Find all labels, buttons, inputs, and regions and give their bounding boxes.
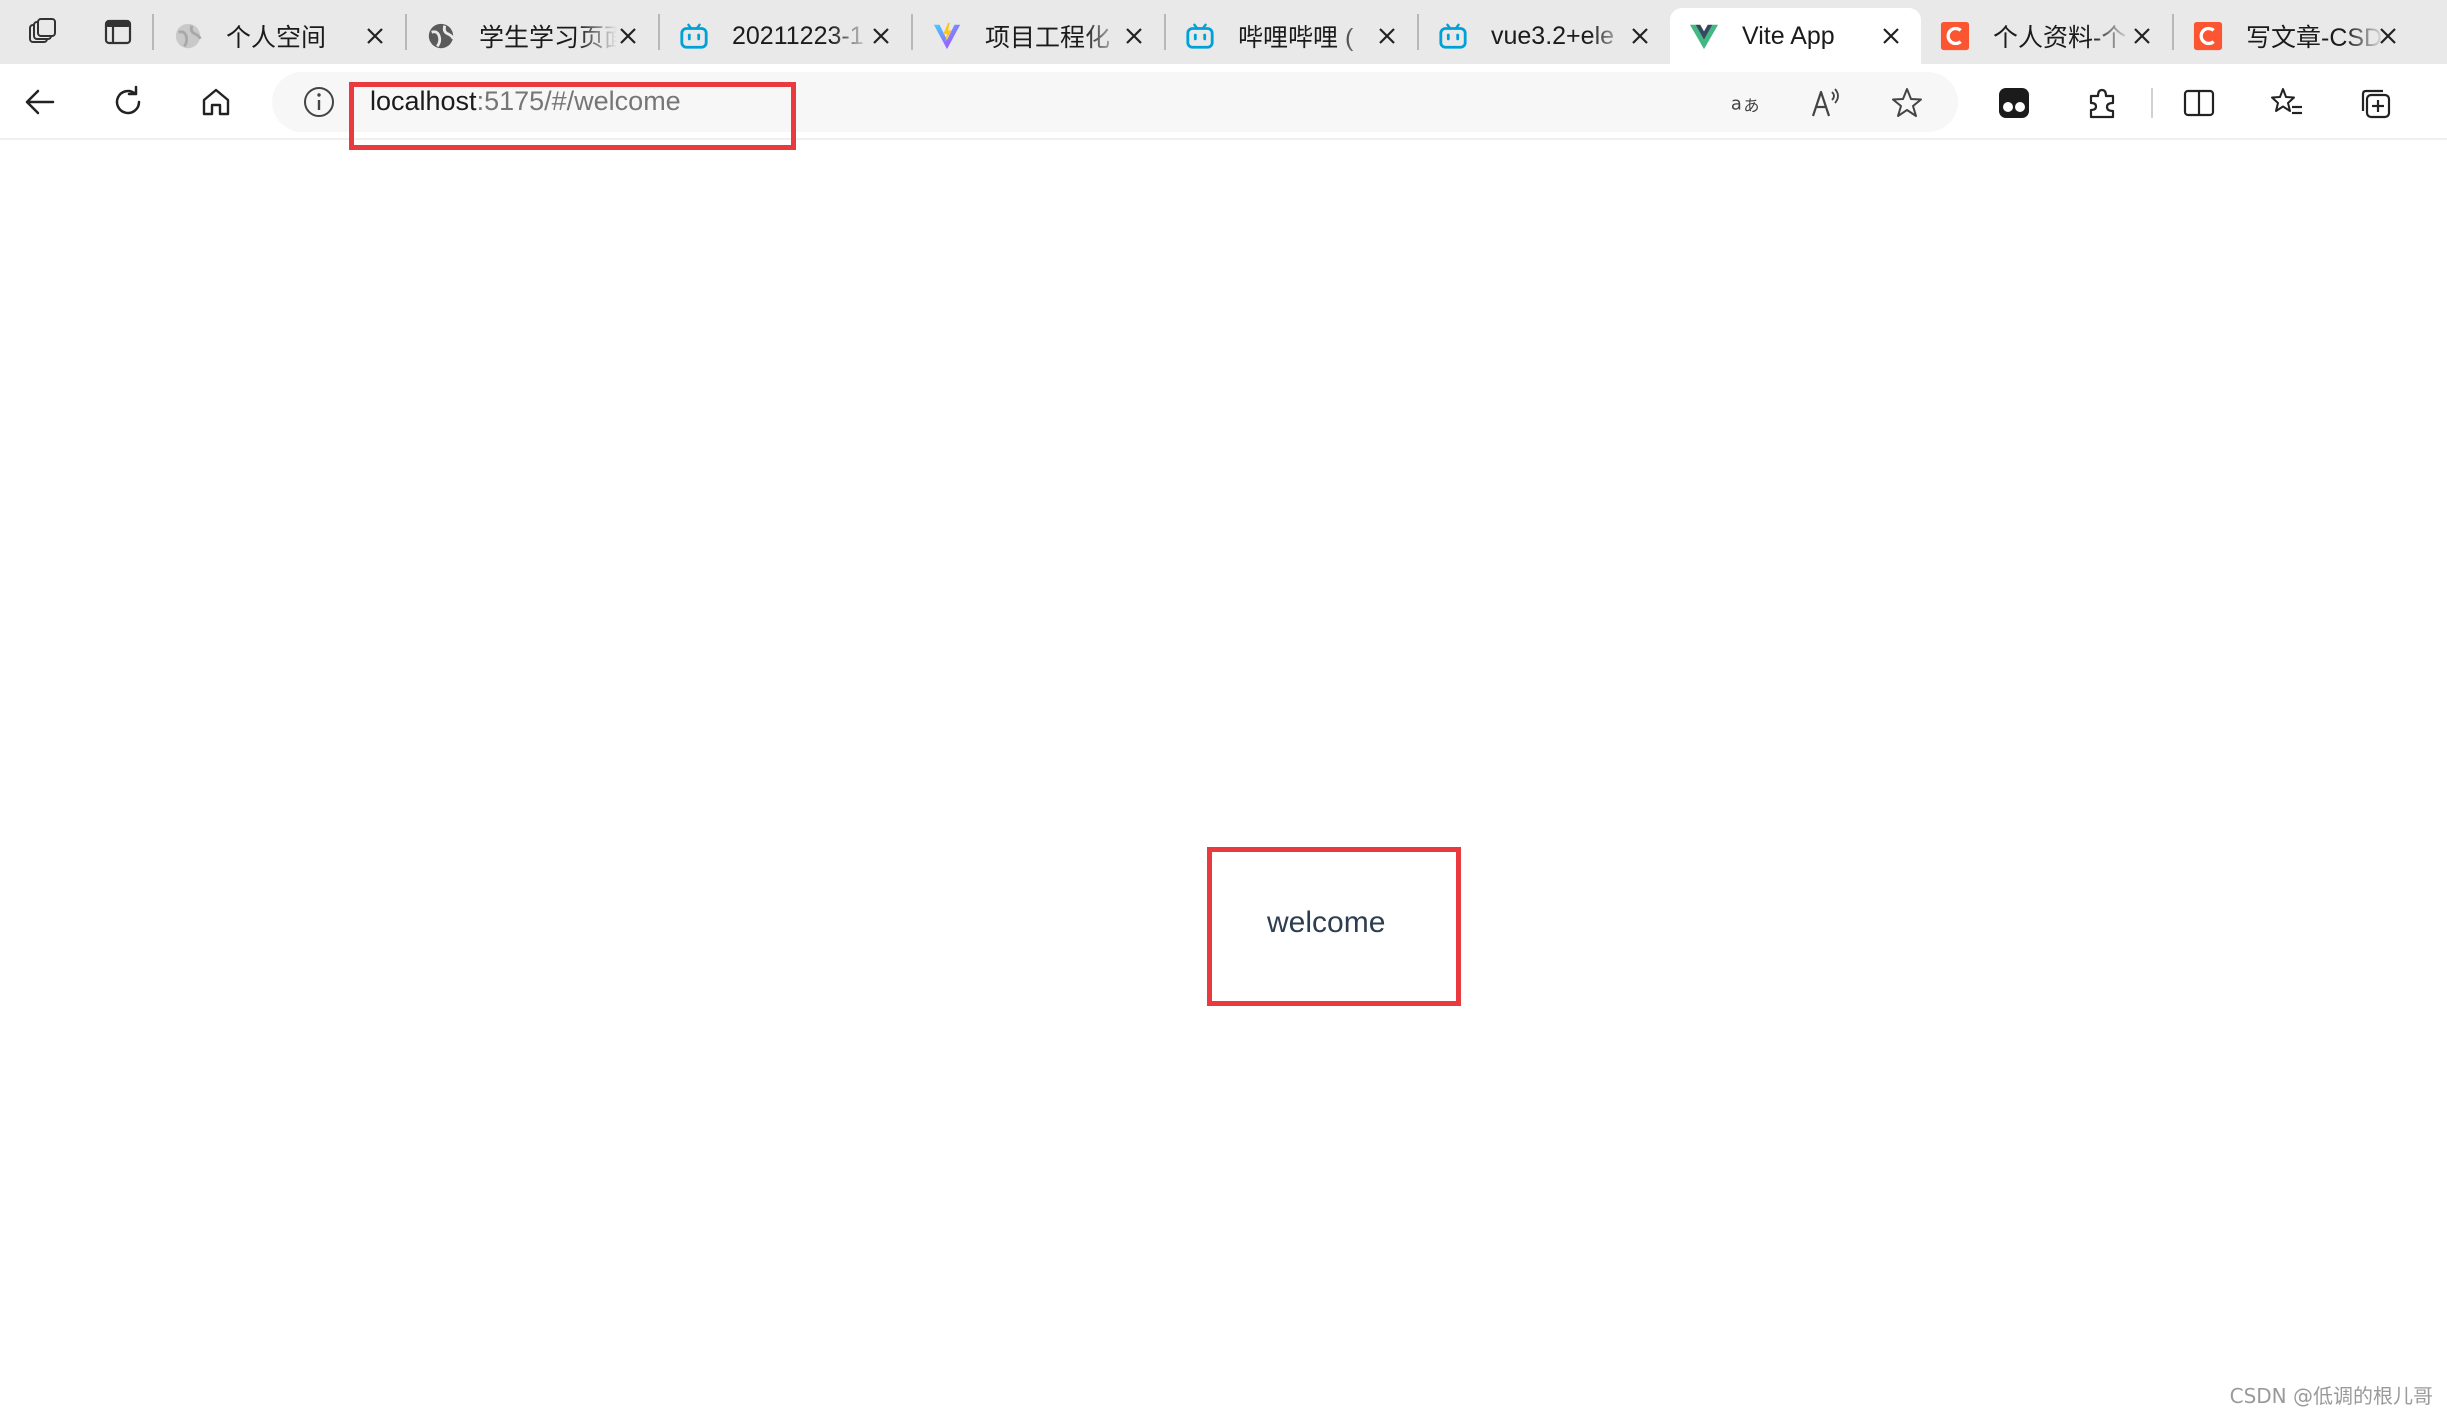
- globe-dark-icon: [425, 20, 457, 52]
- tab-title: 项目工程化: [985, 24, 1111, 52]
- workspaces-button[interactable]: [0, 0, 84, 64]
- close-tab-icon[interactable]: [1118, 20, 1150, 52]
- content-highlight-box: [1207, 847, 1461, 1006]
- collections-button[interactable]: [2354, 82, 2396, 124]
- tab-strip: 个人空间 学生学习页面 20211223-1 项目工程化 哔哩哔哩 (vue3…: [0, 0, 2447, 64]
- tab-vue-element[interactable]: vue3.2+ele: [1419, 8, 1670, 64]
- translate-button[interactable]: aあ: [1728, 84, 1766, 122]
- close-tab-icon[interactable]: [1624, 20, 1656, 52]
- home-icon: [202, 88, 230, 116]
- tab-title: 哔哩哔哩 (: [1238, 24, 1354, 52]
- workspaces-icon: [29, 18, 56, 43]
- refresh-button[interactable]: [104, 78, 152, 126]
- tampermonkey-icon: [1999, 88, 2029, 118]
- translate-icon: aあ: [1731, 93, 1760, 115]
- toolbar-separator: [2151, 88, 2153, 118]
- tab-vite-app-active[interactable]: Vite App: [1670, 8, 1921, 64]
- close-tab-icon[interactable]: [1371, 20, 1403, 52]
- split-screen-icon: [2183, 89, 2215, 117]
- watermark: CSDN @低调的根儿哥: [2229, 1384, 2433, 1408]
- close-tab-icon[interactable]: [2372, 20, 2404, 52]
- tab-title: 个人资料-个: [1993, 24, 2127, 52]
- csdn-icon: [2192, 20, 2224, 52]
- refresh-icon: [115, 85, 141, 115]
- back-button[interactable]: [16, 78, 64, 126]
- url-highlight-box: [349, 82, 796, 150]
- bilibili-icon: [1184, 20, 1216, 52]
- tab-title: 写文章-CSD: [2246, 24, 2383, 52]
- svg-text:あ: あ: [1743, 96, 1759, 115]
- tab-title: vue3.2+ele: [1491, 21, 1615, 50]
- csdn-icon: [1939, 20, 1971, 52]
- vue-icon: [1688, 20, 1720, 52]
- vertical-tabs-icon: [104, 19, 132, 45]
- tab-title: Vite App: [1742, 21, 1835, 50]
- globe-gray-icon: [172, 20, 204, 52]
- read-aloud-button[interactable]: [1808, 84, 1846, 122]
- bilibili-icon: [1437, 20, 1469, 52]
- favorites-button[interactable]: [2266, 82, 2308, 124]
- extensions-button[interactable]: [2081, 82, 2123, 124]
- tab-bilibili-20211223[interactable]: 20211223-1: [660, 8, 911, 64]
- close-tab-icon[interactable]: [865, 20, 897, 52]
- tab-actions-button[interactable]: [84, 0, 152, 64]
- collections-icon: [2361, 89, 2391, 119]
- favorite-button[interactable]: [1888, 84, 1926, 122]
- read-aloud-icon: [1811, 88, 1839, 117]
- back-arrow-icon: [25, 89, 55, 115]
- svg-text:a: a: [1731, 93, 1742, 114]
- site-info-icon[interactable]: [302, 85, 336, 119]
- tab-student-study[interactable]: 学生学习页面: [407, 8, 658, 64]
- bilibili-icon: [678, 20, 710, 52]
- close-tab-icon[interactable]: [2126, 20, 2158, 52]
- split-screen-button[interactable]: [2178, 82, 2220, 124]
- extension-tampermonkey-button[interactable]: [1993, 82, 2035, 124]
- close-tab-icon[interactable]: [612, 20, 644, 52]
- tab-csdn-write[interactable]: 写文章-CSD: [2174, 8, 2418, 64]
- tab-title: 学生学习页面: [479, 24, 617, 52]
- home-button[interactable]: [192, 78, 240, 126]
- tab-bilibili-home[interactable]: 哔哩哔哩 (: [1166, 8, 1417, 64]
- vite-icon: [931, 20, 963, 52]
- close-tab-icon[interactable]: [359, 20, 391, 52]
- close-tab-icon[interactable]: [1875, 20, 1907, 52]
- favorites-list-icon: [2271, 88, 2302, 115]
- tab-csdn-profile[interactable]: 个人资料-个: [1921, 8, 2172, 64]
- tab-title: 20211223-1: [732, 21, 864, 50]
- puzzle-icon: [2089, 88, 2115, 119]
- tab-title: 个人空间: [226, 24, 327, 52]
- tab-personal-space[interactable]: 个人空间: [154, 8, 405, 64]
- tab-project-engineering[interactable]: 项目工程化: [913, 8, 1164, 64]
- star-icon: [1892, 88, 1922, 117]
